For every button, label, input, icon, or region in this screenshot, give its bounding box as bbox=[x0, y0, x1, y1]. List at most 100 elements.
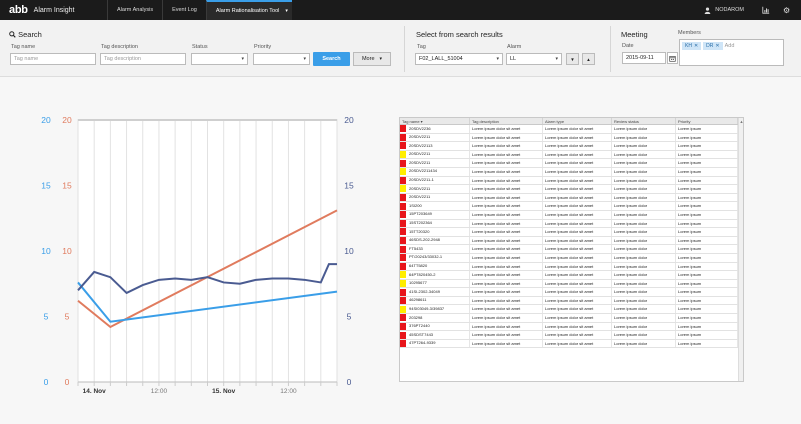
tab-alarm-rationalisation-tool[interactable]: Alarm Rationalisation Tool ▾ bbox=[205, 0, 292, 20]
header-review-status[interactable]: Review status bbox=[612, 118, 676, 124]
table-body: 20SDV2236 Lorem ipsum dolor sit amet Lorem… bbox=[400, 125, 743, 349]
cell-alarm-type: Lorem ipsum dolor sit amet bbox=[543, 133, 612, 142]
members-input[interactable]: KH ✕ DR ✕ Add bbox=[679, 39, 784, 66]
table-row[interactable]: 64TT5820 Lorem ipsum dolor sit amet Lorem … bbox=[400, 262, 743, 272]
cell-tag-description: Lorem ipsum dolor sit amet bbox=[470, 296, 543, 305]
table-scrollbar[interactable]: ▲ bbox=[738, 118, 743, 381]
table-row[interactable]: 203298 Lorem ipsum dolor sit amet Lorem ip… bbox=[400, 314, 743, 323]
next-result-button[interactable]: ▼ bbox=[566, 53, 579, 65]
y-tick-label: 10 bbox=[41, 246, 51, 256]
bar-chart-icon[interactable] bbox=[762, 0, 770, 20]
table-row[interactable]: 64PT820450-2 Lorem ipsum dolor sit amet Lo… bbox=[400, 271, 743, 280]
table-row[interactable]: 45SDST7443 Lorem ipsum dolor sit amet Lore… bbox=[400, 331, 743, 340]
cell-tag-description: Lorem ipsum dolor sit amet bbox=[470, 133, 543, 142]
table-row[interactable]: 94SI03049-3/39837 Lorem ipsum dolor sit a… bbox=[400, 305, 743, 315]
table-row[interactable]: PT/20243/33032-1 Lorem ipsum dolor sit am… bbox=[400, 253, 743, 263]
cell-review-status: Lorem ipsum dolor bbox=[612, 150, 676, 159]
table-row[interactable]: 20SDV2211434 Lorem ipsum dolor sit amet Lo… bbox=[400, 167, 743, 177]
tab-alarm-analysis[interactable]: Alarm Analysis bbox=[107, 0, 162, 20]
table-row[interactable]: 20SDV2211 Lorem ipsum dolor sit amet Lorem… bbox=[400, 159, 743, 168]
header-priority[interactable]: Priority bbox=[676, 118, 738, 124]
close-icon[interactable]: ✕ bbox=[694, 43, 698, 49]
tag-name-text: 94SI03049-3/39837 bbox=[409, 305, 445, 311]
cell-tag-description: Lorem ipsum dolor sit amet bbox=[470, 331, 543, 339]
tag-description-input[interactable]: Tag description bbox=[100, 53, 186, 65]
search-button[interactable]: Search bbox=[313, 52, 350, 66]
cell-tag-description: Lorem ipsum dolor sit amet bbox=[470, 228, 543, 236]
table-row[interactable]: 20SDV22113 Lorem ipsum dolor sit amet Lore… bbox=[400, 142, 743, 151]
tag-name-text: 41SI-2302-34049 bbox=[409, 288, 440, 294]
table-row[interactable]: 46298611 Lorem ipsum dolor sit amet Lorem … bbox=[400, 296, 743, 306]
cell-priority: Lorem ipsum bbox=[676, 314, 738, 322]
table-row[interactable]: 20SDV2211 Lorem ipsum dolor sit amet Lorem… bbox=[400, 193, 743, 203]
cell-review-status: Lorem ipsum dolor bbox=[612, 228, 676, 236]
date-input[interactable]: 2015-09-11 bbox=[622, 52, 666, 64]
user-menu[interactable]: NODAROM bbox=[704, 0, 744, 20]
cell-tag-name: PT/20243/33032-1 bbox=[400, 253, 470, 262]
select-results-title: Select from search results bbox=[416, 30, 503, 39]
priority-select[interactable]: ▾ bbox=[253, 53, 310, 65]
header-tag-name[interactable]: Tag name ▾ bbox=[400, 118, 470, 124]
more-button[interactable]: More ▾ bbox=[353, 52, 391, 66]
y-tick-label: 15 bbox=[41, 181, 51, 191]
table-row[interactable]: 376PT2440 Lorem ipsum dolor sit amet Lorem… bbox=[400, 322, 743, 332]
table-row[interactable]: 15PT203649 Lorem ipsum dolor sit amet Lore… bbox=[400, 210, 743, 220]
cell-tag-description: Lorem ipsum dolor sit amet bbox=[470, 193, 543, 202]
abb-logo: abb bbox=[9, 4, 28, 16]
table-row[interactable]: 20SDV2211-1 Lorem ipsum dolor sit amet Lor… bbox=[400, 176, 743, 186]
cell-tag-name: 20SDV2211 bbox=[400, 133, 470, 142]
tag-name-text: 64PT820450-2 bbox=[409, 271, 436, 277]
table-row[interactable]: 20SDV2211 Lorem ipsum dolor sit amet Lorem… bbox=[400, 133, 743, 143]
more-label: More bbox=[361, 56, 375, 62]
tab-label: Alarm Rationalisation Tool bbox=[215, 8, 280, 14]
calendar-icon[interactable] bbox=[667, 52, 678, 64]
cell-alarm-type: Lorem ipsum dolor sit amet bbox=[543, 176, 612, 185]
cell-alarm-type: Lorem ipsum dolor sit amet bbox=[543, 271, 612, 279]
tag-name-text: 10295677 bbox=[409, 280, 427, 286]
gear-icon[interactable]: ⚙ bbox=[783, 0, 790, 20]
member-chip: KH ✕ bbox=[682, 42, 702, 50]
y-tick-label: 15 bbox=[344, 181, 354, 191]
status-select[interactable]: ▾ bbox=[191, 53, 248, 65]
tag-name-text: 20SDV2211 bbox=[409, 159, 431, 165]
table-row[interactable]: 20SDV2211 Lorem ipsum dolor sit amet Lorem… bbox=[400, 185, 743, 194]
cell-review-status: Lorem ipsum dolor bbox=[612, 331, 676, 339]
alarm-select[interactable]: LL ▾ bbox=[506, 53, 562, 65]
table-row[interactable]: 46SDS-202-2948 Lorem ipsum dolor sit amet… bbox=[400, 236, 743, 246]
cell-tag-description: Lorem ipsum dolor sit amet bbox=[470, 288, 543, 296]
table-row[interactable]: 10295677 Lorem ipsum dolor sit amet Lorem … bbox=[400, 279, 743, 289]
tag-name-text: 203298 bbox=[409, 314, 423, 320]
header-alarm-type[interactable]: Alarm type bbox=[543, 118, 612, 124]
app-title: Alarm Insight bbox=[33, 6, 75, 14]
cell-review-status: Lorem ipsum dolor bbox=[612, 159, 676, 167]
table-row[interactable]: 41SI-2302-34049 Lorem ipsum dolor sit ame… bbox=[400, 288, 743, 297]
tag-name-text: 20SDV2236 bbox=[409, 125, 431, 131]
table-row[interactable]: 15TT20320 Lorem ipsum dolor sit amet Lorem… bbox=[400, 228, 743, 237]
status-indicator bbox=[400, 219, 406, 227]
table-row[interactable]: 20SDV2236 Lorem ipsum dolor sit amet Lorem… bbox=[400, 125, 743, 134]
table-row[interactable]: FT5433 Lorem ipsum dolor sit amet Lorem ip… bbox=[400, 245, 743, 254]
alarm-select-value: LL bbox=[510, 56, 517, 62]
header-tag-description[interactable]: Tag description bbox=[470, 118, 543, 124]
cell-tag-description: Lorem ipsum dolor sit amet bbox=[470, 322, 543, 331]
cell-review-status: Lorem ipsum dolor bbox=[612, 210, 676, 219]
status-indicator bbox=[400, 279, 406, 287]
table-row[interactable]: 47PT264-9339 Lorem ipsum dolor sit amet Lo… bbox=[400, 339, 743, 349]
cell-tag-name: 64TT5820 bbox=[400, 262, 470, 271]
tag-select[interactable]: F02_LALL_51004 ▾ bbox=[415, 53, 503, 65]
tab-event-log[interactable]: Event Log bbox=[162, 0, 206, 20]
y-tick-label: 10 bbox=[344, 246, 354, 256]
scroll-up-icon[interactable]: ▲ bbox=[739, 119, 743, 124]
close-icon[interactable]: ✕ bbox=[715, 43, 719, 49]
previous-result-button[interactable]: ▲ bbox=[582, 53, 595, 65]
tag-name-text: 20SDV22113 bbox=[409, 142, 433, 148]
members-label: Members bbox=[678, 30, 701, 36]
cell-tag-name: 10295677 bbox=[400, 279, 470, 288]
chevron-down-icon[interactable]: ▾ bbox=[285, 8, 288, 14]
table-row[interactable]: 20SDV2211 Lorem ipsum dolor sit amet Lorem… bbox=[400, 150, 743, 160]
table-row[interactable]: 1SI200 Lorem ipsum dolor sit amet Lorem ip… bbox=[400, 202, 743, 211]
tag-name-input[interactable]: Tag name bbox=[10, 53, 96, 65]
cell-tag-name: 20SDV2211-1 bbox=[400, 176, 470, 185]
table-row[interactable]: 15ST202364 Lorem ipsum dolor sit amet Lore… bbox=[400, 219, 743, 229]
date-label: Date bbox=[622, 43, 634, 49]
